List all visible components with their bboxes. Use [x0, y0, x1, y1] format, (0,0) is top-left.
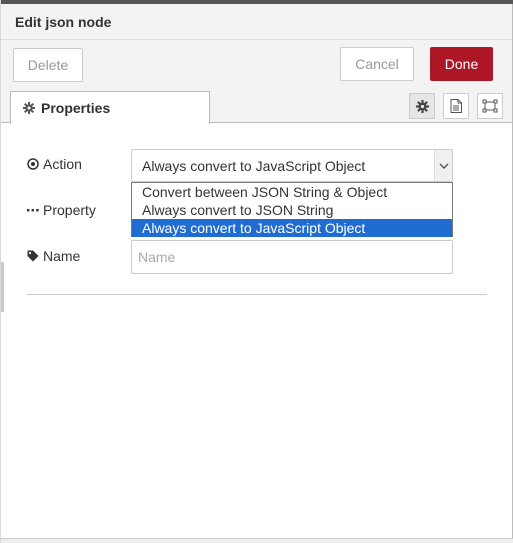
- edit-node-tray: Edit json node Delete Cancel Done Proper…: [0, 0, 513, 543]
- tabs-row: Properties: [1, 90, 512, 124]
- name-field[interactable]: [131, 240, 453, 274]
- dot-circle-icon: [27, 158, 39, 170]
- tab-properties[interactable]: Properties: [10, 91, 210, 124]
- description-tab-button[interactable]: [443, 93, 469, 119]
- bottom-bar: [1, 538, 513, 543]
- tag-icon: [27, 250, 39, 262]
- divider: [27, 294, 487, 295]
- appearance-tab-button[interactable]: [477, 93, 503, 119]
- tray-toolbar: Delete Cancel Done: [1, 40, 512, 90]
- properties-tab-icon-button[interactable]: [409, 93, 435, 119]
- ellipsis-icon: [27, 208, 39, 212]
- dropdown-option-selected[interactable]: Always convert to JavaScript Object: [132, 219, 452, 237]
- cancel-button[interactable]: Cancel: [340, 47, 414, 81]
- action-select-value: Always convert to JavaScript Object: [142, 157, 366, 174]
- resize-handle[interactable]: [1, 262, 4, 312]
- delete-button[interactable]: Delete: [13, 48, 83, 82]
- description-icon: [450, 99, 462, 113]
- name-label: Name: [27, 248, 80, 264]
- chevron-down-icon[interactable]: [434, 150, 452, 181]
- dropdown-option[interactable]: Convert between JSON String & Object: [132, 183, 452, 201]
- gear-icon: [23, 102, 35, 114]
- tray-header: Edit json node: [1, 4, 512, 40]
- property-label-text: Property: [43, 202, 96, 218]
- action-dropdown-list: Convert between JSON String & Object Alw…: [131, 182, 453, 237]
- form-area: Action Always convert to JavaScript Obje…: [1, 124, 512, 543]
- done-button[interactable]: Done: [430, 47, 493, 81]
- action-label-text: Action: [43, 156, 82, 172]
- tab-properties-label: Properties: [41, 100, 111, 116]
- appearance-icon: [482, 99, 498, 113]
- action-select[interactable]: Always convert to JavaScript Object: [131, 149, 453, 182]
- name-label-text: Name: [43, 248, 81, 264]
- tray-title: Edit json node: [15, 14, 112, 30]
- action-label: Action: [27, 156, 82, 172]
- property-label: Property: [27, 202, 96, 218]
- dropdown-option[interactable]: Always convert to JSON String: [132, 201, 452, 219]
- gear-icon: [415, 99, 429, 113]
